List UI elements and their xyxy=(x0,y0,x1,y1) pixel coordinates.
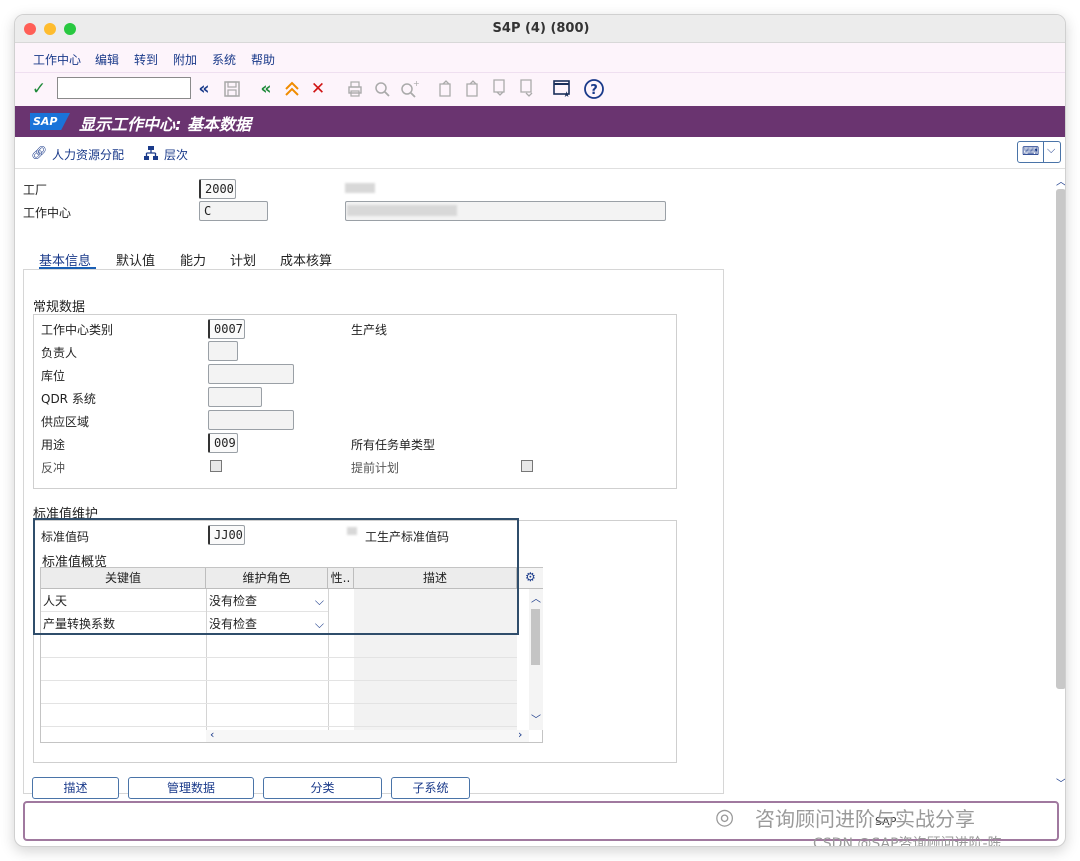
table-settings-area: ⚙ xyxy=(517,568,543,589)
plant-label: 工厂 xyxy=(23,183,48,197)
hierarchy-icon xyxy=(143,145,159,164)
location-label: 库位 xyxy=(41,369,66,383)
scroll-up-icon[interactable]: ︿ xyxy=(531,590,541,605)
cancel-icon[interactable]: ✕ xyxy=(307,78,329,100)
settings-icon: ⌨ xyxy=(1022,144,1040,158)
qdr-field[interactable] xyxy=(208,387,262,407)
scroll-down-icon[interactable]: ﹀ xyxy=(531,711,541,726)
table-row-empty[interactable] xyxy=(41,636,517,658)
first-page-icon[interactable] xyxy=(435,78,457,100)
category-field[interactable]: 0007 xyxy=(208,319,245,339)
menu-workcenter[interactable]: 工作中心 xyxy=(33,51,81,68)
watermark-text: CSDN @SAP咨询顾问进阶-陈 xyxy=(813,836,1002,847)
screen-header: SAP 显示工作中心: 基本数据 xyxy=(15,106,1065,137)
save-icon[interactable] xyxy=(221,78,243,100)
menu-goto[interactable]: 转到 xyxy=(134,51,158,68)
scroll-down-icon[interactable]: ﹀ xyxy=(1056,775,1065,790)
last-page-icon[interactable] xyxy=(516,78,538,100)
scroll-right-icon[interactable]: › xyxy=(518,728,522,741)
next-page-icon[interactable] xyxy=(489,78,511,100)
checkmark-icon[interactable]: ✓ xyxy=(28,78,50,100)
classification-button[interactable]: 分类 xyxy=(263,777,382,799)
tab-defaults[interactable]: 默认值 xyxy=(116,250,155,269)
table-row-empty[interactable] xyxy=(41,705,517,727)
admin-data-button[interactable]: 管理数据 xyxy=(128,777,254,799)
supply-area-label: 供应区域 xyxy=(41,415,90,429)
sap-logo: SAP xyxy=(30,113,70,130)
menu-bar: 工作中心 编辑 转到 附加 系统 帮助 xyxy=(15,43,1065,73)
subsystem-button[interactable]: 子系统 xyxy=(391,777,470,799)
location-field[interactable] xyxy=(208,364,294,384)
table-row-empty[interactable] xyxy=(41,659,517,681)
category-description: 生产线 xyxy=(351,323,388,337)
menu-edit[interactable]: 编辑 xyxy=(95,51,119,68)
qdr-label: QDR 系统 xyxy=(41,392,96,406)
highlight-box xyxy=(33,518,519,635)
menu-extras[interactable]: 附加 xyxy=(173,51,197,68)
usage-description: 所有任务单类型 xyxy=(351,438,436,452)
hr-assignment-button[interactable]: 人力资源分配 xyxy=(52,146,124,163)
general-data-title: 常规数据 xyxy=(33,300,86,315)
find-next-icon[interactable]: + xyxy=(398,78,420,100)
find-icon[interactable] xyxy=(371,78,393,100)
workcenter-label: 工作中心 xyxy=(23,206,72,220)
link-icon: 🔗︎ xyxy=(31,146,48,161)
tab-capacity[interactable]: 能力 xyxy=(180,250,206,269)
screen-title: 显示工作中心: 基本数据 xyxy=(79,115,251,134)
title-bar: S4P (4) (800) xyxy=(15,15,1065,43)
watermark-text: 咨询顾问进阶与实战分享 xyxy=(755,807,975,831)
scroll-up-icon[interactable]: ︿ xyxy=(1056,173,1065,188)
main-vertical-scrollbar[interactable]: ︿ ﹀ xyxy=(1055,173,1065,790)
table-horizontal-scrollbar[interactable]: ‹ › xyxy=(206,728,529,742)
description-button[interactable]: 描述 xyxy=(32,777,119,799)
usage-label: 用途 xyxy=(41,438,66,452)
new-session-icon[interactable]: ★ xyxy=(551,78,573,100)
help-icon[interactable]: ? xyxy=(583,78,605,100)
menu-system[interactable]: 系统 xyxy=(212,51,236,68)
hierarchy-button[interactable]: 层次 xyxy=(164,146,188,163)
tab-scheduling[interactable]: 计划 xyxy=(230,250,256,269)
backflush-label: 反冲 xyxy=(41,461,66,475)
sap-window: S4P (4) (800) 工作中心 编辑 转到 附加 系统 帮助 ✓ « « … xyxy=(14,14,1066,847)
workcenter-field[interactable]: C xyxy=(199,201,268,221)
scroll-thumb[interactable] xyxy=(1056,189,1065,689)
person-label: 负责人 xyxy=(41,346,78,360)
application-toolbar: 🔗︎ 人力资源分配 层次 ⌨ ⌵ xyxy=(15,137,1065,169)
redacted-block xyxy=(345,183,375,193)
command-field[interactable] xyxy=(57,77,191,99)
scroll-thumb[interactable] xyxy=(531,609,540,665)
svg-text:★: ★ xyxy=(563,90,570,98)
back-icon[interactable]: « xyxy=(255,78,277,100)
svg-text:+: + xyxy=(413,80,419,88)
person-field[interactable] xyxy=(208,341,238,361)
redacted-block xyxy=(347,205,457,216)
chevron-down-icon: ⌵ xyxy=(1047,143,1056,156)
standard-toolbar: ✓ « « ✕ + ★ xyxy=(15,73,1065,106)
menu-help[interactable]: 帮助 xyxy=(251,51,275,68)
prev-page-icon[interactable] xyxy=(462,78,484,100)
screen-settings-button[interactable]: ⌨ ⌵ xyxy=(1017,141,1061,163)
svg-text:?: ? xyxy=(590,83,598,98)
print-icon[interactable] xyxy=(344,78,366,100)
advance-planning-label: 提前计划 xyxy=(351,461,400,475)
table-vertical-scrollbar[interactable]: ︿ ﹀ xyxy=(529,589,543,730)
wechat-icon: ◎ xyxy=(715,805,735,830)
exit-icon[interactable] xyxy=(281,78,303,100)
category-label: 工作中心类别 xyxy=(41,323,114,337)
plant-field[interactable]: 2000 xyxy=(199,179,236,199)
advance-planning-checkbox[interactable] xyxy=(521,460,533,472)
supply-area-field[interactable] xyxy=(208,410,294,430)
table-row-empty[interactable] xyxy=(41,682,517,704)
back-double-left-icon[interactable]: « xyxy=(193,78,215,100)
backflush-checkbox[interactable] xyxy=(210,460,222,472)
scroll-left-icon[interactable]: ‹ xyxy=(210,728,214,741)
table-settings-icon[interactable]: ⚙ xyxy=(525,570,536,584)
tab-costing[interactable]: 成本核算 xyxy=(280,250,332,269)
window-title: S4P (4) (800) xyxy=(492,21,590,36)
usage-field[interactable]: 009 xyxy=(208,433,238,453)
